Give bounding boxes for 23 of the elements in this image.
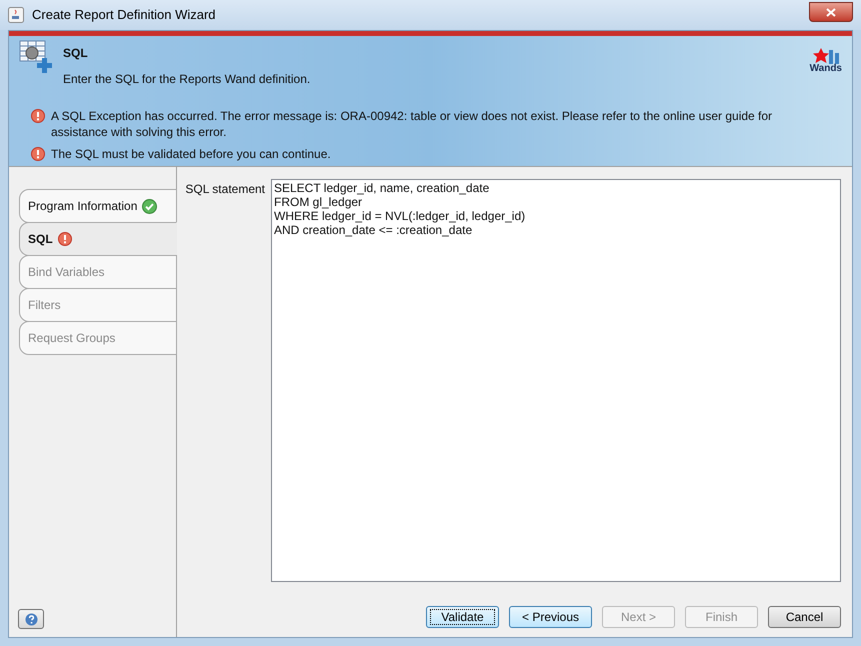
wizard-step-tab[interactable]: SQL: [19, 222, 177, 256]
close-icon: [826, 8, 836, 16]
page-title: SQL: [63, 45, 89, 62]
help-button[interactable]: [18, 609, 44, 629]
error-message: A SQL Exception has occurred. The error message is: ORA-00942: table or view does not exist. Please refer to the online user guide for assistance with solving this error.: [51, 108, 774, 140]
logo-text: Wands: [810, 64, 842, 74]
table-gear-icon: [19, 40, 53, 76]
error-message: The SQL must be validated before you can continue.: [51, 146, 332, 162]
wizard-button[interactable]: Validate: [426, 606, 499, 628]
error-icon: [31, 109, 45, 123]
wizard-button[interactable]: Cancel: [768, 606, 841, 628]
page-subtitle: Enter the SQL for the Reports Wand definition.: [63, 71, 310, 88]
help-icon: [24, 612, 38, 626]
sql-text-area[interactable]: SELECT ledger_id, name, creation_date FROM gl_ledger WHERE ledger_id = NVL(:ledger_id, ledger_id) AND creation_date <= :creation_date: [271, 179, 841, 582]
wizard-button[interactable]: < Previous: [509, 606, 592, 628]
star-bars-icon: [810, 48, 841, 64]
wizard-step-tab[interactable]: Program Information: [19, 189, 177, 223]
error-icon: [58, 232, 72, 246]
field-label: SQL statement: [184, 181, 265, 198]
error-icon: [31, 147, 45, 161]
check-icon: [142, 198, 158, 214]
close-button[interactable]: [809, 2, 853, 22]
window-title: Create Report Definition Wizard: [32, 6, 216, 24]
